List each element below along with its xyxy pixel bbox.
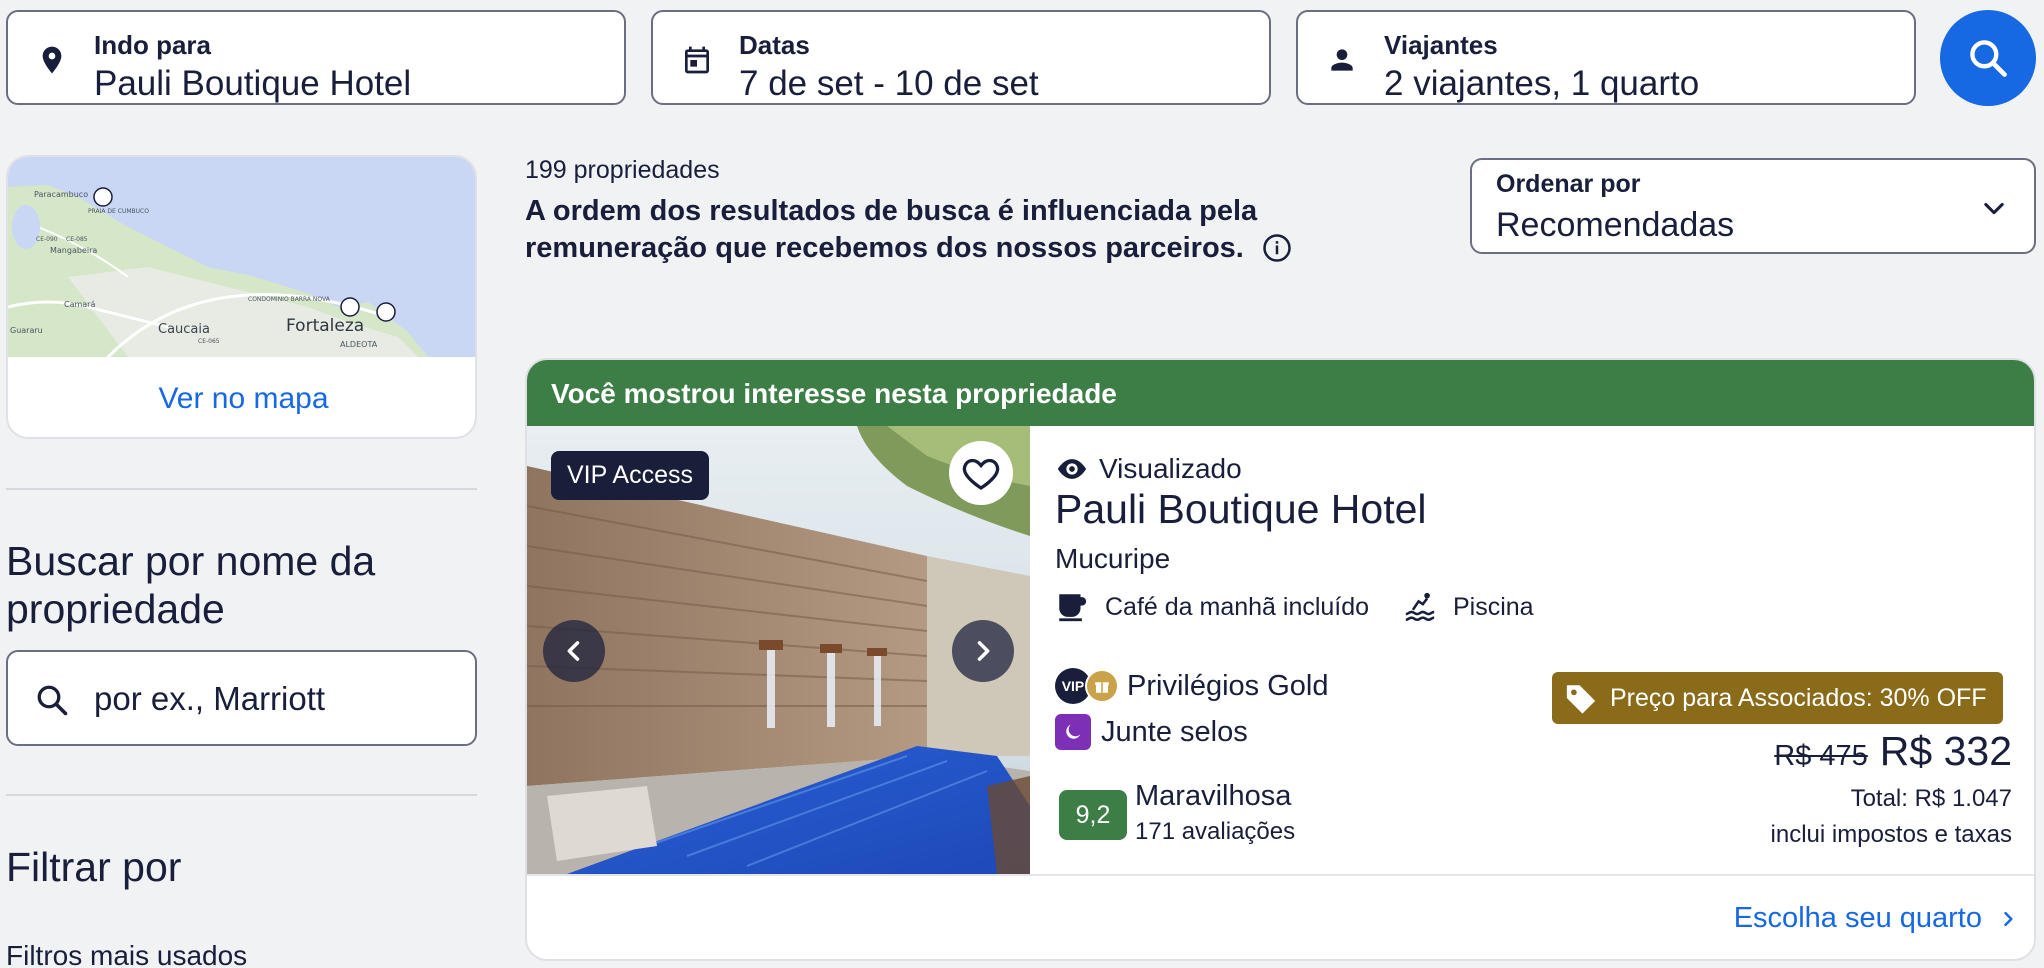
member-price-badge: Preço para Associados: 30% OFF	[1552, 672, 2003, 724]
travelers-field[interactable]: Viajantes 2 viajantes, 1 quarto	[1296, 10, 1916, 105]
card-divider	[527, 874, 2034, 876]
sort-label: Ordenar por	[1496, 170, 1641, 198]
gift-icon	[1085, 669, 1119, 703]
sidebar-divider	[6, 488, 477, 490]
view-on-map-link[interactable]: Ver no mapa	[8, 357, 475, 437]
interest-banner: Você mostrou interesse nesta propriedade	[527, 360, 2034, 426]
search-icon	[37, 685, 68, 716]
chevron-down-icon	[1984, 202, 2004, 215]
map-place-label: Mangabeira	[50, 246, 97, 255]
travelers-value: 2 viajantes, 1 quarto	[1384, 64, 1700, 103]
map-place-label: CE-085	[66, 236, 88, 243]
ranking-disclaimer: A ordem dos resultados de busca é influe…	[525, 193, 1445, 267]
total-price: Total: R$ 1.047	[1850, 785, 2012, 812]
sort-value: Recomendadas	[1496, 206, 1735, 244]
filter-title: Filtrar por	[6, 844, 182, 890]
review-count[interactable]: 171 avaliações	[1135, 818, 1295, 846]
map-thumbnail[interactable]: Paracambuco PRAIA DE CUMBUCO Mangabeira …	[8, 157, 477, 357]
member-price-label: Preço para Associados: 30% OFF	[1610, 683, 1987, 712]
stamps-label: Junte selos	[1101, 715, 1248, 748]
property-card[interactable]: Você mostrou interesse nesta propriedade	[525, 358, 2036, 961]
calendar-icon	[685, 46, 709, 74]
moon-stamp-icon	[1055, 714, 1091, 750]
map-place-label: CE-065	[198, 338, 220, 345]
disclaimer-text: A ordem dos resultados de busca é influe…	[525, 195, 1258, 264]
map-place-label: Fortaleza	[286, 316, 364, 336]
viewed-label: Visualizado	[1099, 453, 1242, 484]
vip-access-tag: VIP Access	[551, 451, 709, 500]
map-place-label: PRAIA DE CUMBUCO	[88, 208, 149, 215]
privileges-label: Privilégios Gold	[1127, 669, 1329, 702]
travelers-label: Viajantes	[1384, 30, 1498, 60]
gold-privileges: VIP Privilégios Gold	[1055, 668, 1328, 704]
collect-stamps: Junte selos	[1055, 714, 1248, 750]
price-block: R$ 475 R$ 332	[1774, 728, 2012, 775]
amenity-breakfast: Café da manhã incluído	[1055, 590, 1369, 624]
taxes-note: inclui impostos e taxas	[1770, 821, 2012, 848]
dates-label: Datas	[739, 30, 810, 60]
search-button[interactable]	[1940, 10, 2036, 106]
amenity-label: Café da manhã incluído	[1105, 592, 1370, 621]
person-icon	[1331, 49, 1353, 71]
sort-dropdown[interactable]: Ordenar por Recomendadas	[1470, 158, 2036, 254]
map-place-label: Guararu	[10, 326, 43, 335]
map-place-label: CONDOMINIO BARRA NOVA	[248, 296, 331, 303]
property-name-placeholder: por ex., Marriott	[94, 680, 326, 717]
popular-filters-heading: Filtros mais usados	[6, 940, 248, 968]
current-price: R$ 332	[1879, 728, 2012, 774]
choose-room-label: Escolha seu quarto	[1733, 902, 1982, 934]
dates-value: 7 de set - 10 de set	[739, 64, 1039, 103]
chevron-right-icon	[2004, 911, 2013, 926]
info-icon[interactable]	[1262, 233, 1292, 263]
location-pin-icon	[42, 46, 62, 74]
favorite-button[interactable]	[949, 441, 1013, 505]
name-search-title: Buscar por nome da propriedade	[6, 538, 376, 632]
map-place-label: Camará	[64, 300, 95, 309]
price-tag-icon	[1566, 685, 1596, 714]
property-name[interactable]: Pauli Boutique Hotel	[1055, 486, 1427, 533]
map-place-label: CE-090	[36, 236, 58, 243]
eye-icon	[1057, 459, 1087, 479]
original-price: R$ 475	[1774, 740, 1868, 772]
viewed-indicator: Visualizado	[1055, 452, 1242, 486]
heart-icon	[962, 458, 1000, 490]
destination-label: Indo para	[94, 30, 212, 60]
map-place-label: ALDEOTA	[340, 340, 378, 349]
next-photo-button[interactable]	[952, 620, 1014, 682]
property-name-search-input[interactable]: por ex., Marriott	[6, 650, 477, 746]
search-icon	[1970, 40, 2007, 77]
chevron-left-icon	[567, 641, 580, 661]
map-place-label: Caucaia	[158, 322, 210, 337]
map-place-label: Paracambuco	[34, 190, 88, 199]
dates-field[interactable]: Datas 7 de set - 10 de set	[651, 10, 1271, 105]
amenity-label: Piscina	[1453, 592, 1534, 621]
coffee-cup-icon	[1059, 594, 1087, 622]
previous-photo-button[interactable]	[543, 620, 605, 682]
property-photo[interactable]: VIP Access	[527, 426, 1030, 874]
property-location: Mucuripe	[1055, 543, 1171, 574]
rating-word: Maravilhosa	[1135, 780, 1292, 812]
amenity-pool: Piscina	[1403, 590, 1534, 624]
sidebar-divider	[6, 794, 477, 796]
destination-field[interactable]: Indo para Pauli Boutique Hotel	[6, 10, 626, 105]
pool-icon	[1405, 592, 1435, 622]
rating-score-badge: 9,2	[1059, 790, 1127, 840]
results-count: 199 propriedades	[525, 156, 720, 184]
map-card[interactable]: Paracambuco PRAIA DE CUMBUCO Mangabeira …	[6, 155, 477, 439]
destination-value: Pauli Boutique Hotel	[94, 64, 412, 103]
choose-room-link[interactable]: Escolha seu quarto	[1734, 902, 2018, 935]
chevron-right-icon	[977, 641, 990, 661]
